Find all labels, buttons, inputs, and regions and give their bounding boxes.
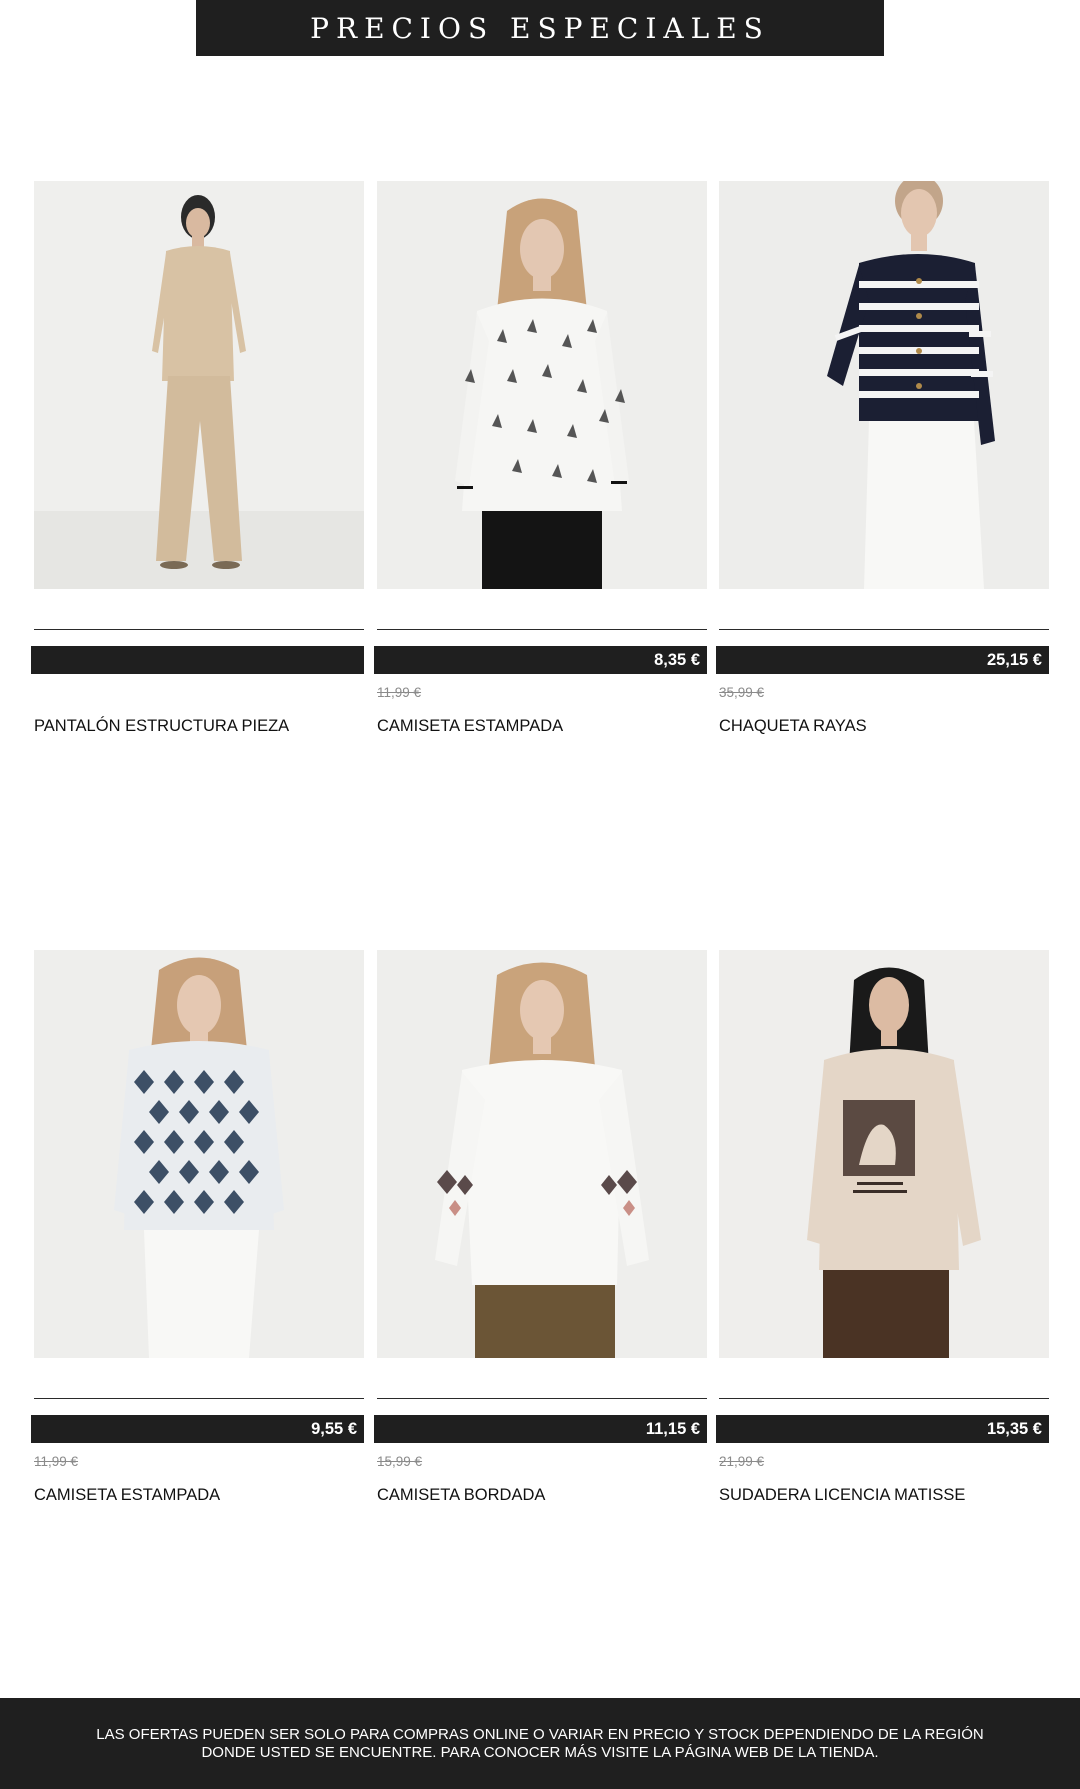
product-photo[interactable]: [34, 950, 364, 1358]
original-price: 11,99 €: [377, 685, 422, 700]
divider-line: [377, 1398, 707, 1399]
divider-line: [34, 629, 364, 630]
product-photo[interactable]: [719, 181, 1049, 589]
disclaimer-text: LAS OFERTAS PUEDEN SER SOLO PARA COMPRAS…: [90, 1726, 990, 1762]
product-photo[interactable]: [34, 181, 364, 589]
original-price: 15,99 €: [377, 1454, 423, 1469]
product-name[interactable]: CAMISETA BORDADA: [377, 1486, 545, 1505]
product-image-beige-outfit: [34, 181, 364, 589]
sale-price-bar: [31, 646, 364, 674]
original-price: 21,99 €: [719, 1454, 765, 1469]
sale-price: 9,55 €: [311, 1419, 357, 1438]
sale-price-bar: 25,15 €: [716, 646, 1049, 674]
divider-line: [719, 629, 1049, 630]
product-name[interactable]: SUDADERA LICENCIA MATISSE: [719, 1486, 965, 1505]
disclaimer-line: DONDE USTED SE ENCUENTRE. PARA CONOCER M…: [201, 1743, 879, 1761]
sale-price: 15,35 €: [986, 1419, 1042, 1438]
original-price: 11,99 €: [34, 1454, 79, 1469]
sale-price: 8,35 €: [654, 650, 700, 669]
product-image-matisse-sweatshirt: [719, 950, 1049, 1358]
product-name[interactable]: PANTALÓN ESTRUCTURA PIEZA: [34, 717, 289, 736]
product-grid: PANTALÓN ESTRUCTURA PIEZA 8,35 € 11,99 €…: [0, 0, 1080, 1690]
product-image-striped-jacket: [719, 181, 1049, 589]
product-image-geometric-tee: [34, 950, 364, 1358]
disclaimer-line: LAS OFERTAS PUEDEN SER SOLO PARA COMPRAS…: [96, 1725, 984, 1743]
sale-price-bar: 15,35 €: [716, 1415, 1049, 1443]
sale-price-bar: 11,15 €: [374, 1415, 707, 1443]
divider-line: [719, 1398, 1049, 1399]
product-photo[interactable]: [377, 950, 707, 1358]
disclaimer-footer: LAS OFERTAS PUEDEN SER SOLO PARA COMPRAS…: [0, 1698, 1080, 1789]
product-photo[interactable]: [377, 181, 707, 589]
product-name[interactable]: CAMISETA ESTAMPADA: [377, 717, 563, 736]
product-photo[interactable]: [719, 950, 1049, 1358]
product-image-embroidered-tee: [377, 950, 707, 1358]
sale-price: 11,15 €: [645, 1419, 700, 1438]
sale-price-bar: 8,35 €: [374, 646, 707, 674]
product-name[interactable]: CHAQUETA RAYAS: [719, 717, 867, 736]
divider-line: [34, 1398, 364, 1399]
sale-price-bar: 9,55 €: [31, 1415, 364, 1443]
sale-price: 25,15 €: [986, 650, 1042, 669]
product-name[interactable]: CAMISETA ESTAMPADA: [34, 1486, 220, 1505]
product-image-printed-tee: [377, 181, 707, 589]
original-price: 35,99 €: [719, 685, 765, 700]
divider-line: [377, 629, 707, 630]
